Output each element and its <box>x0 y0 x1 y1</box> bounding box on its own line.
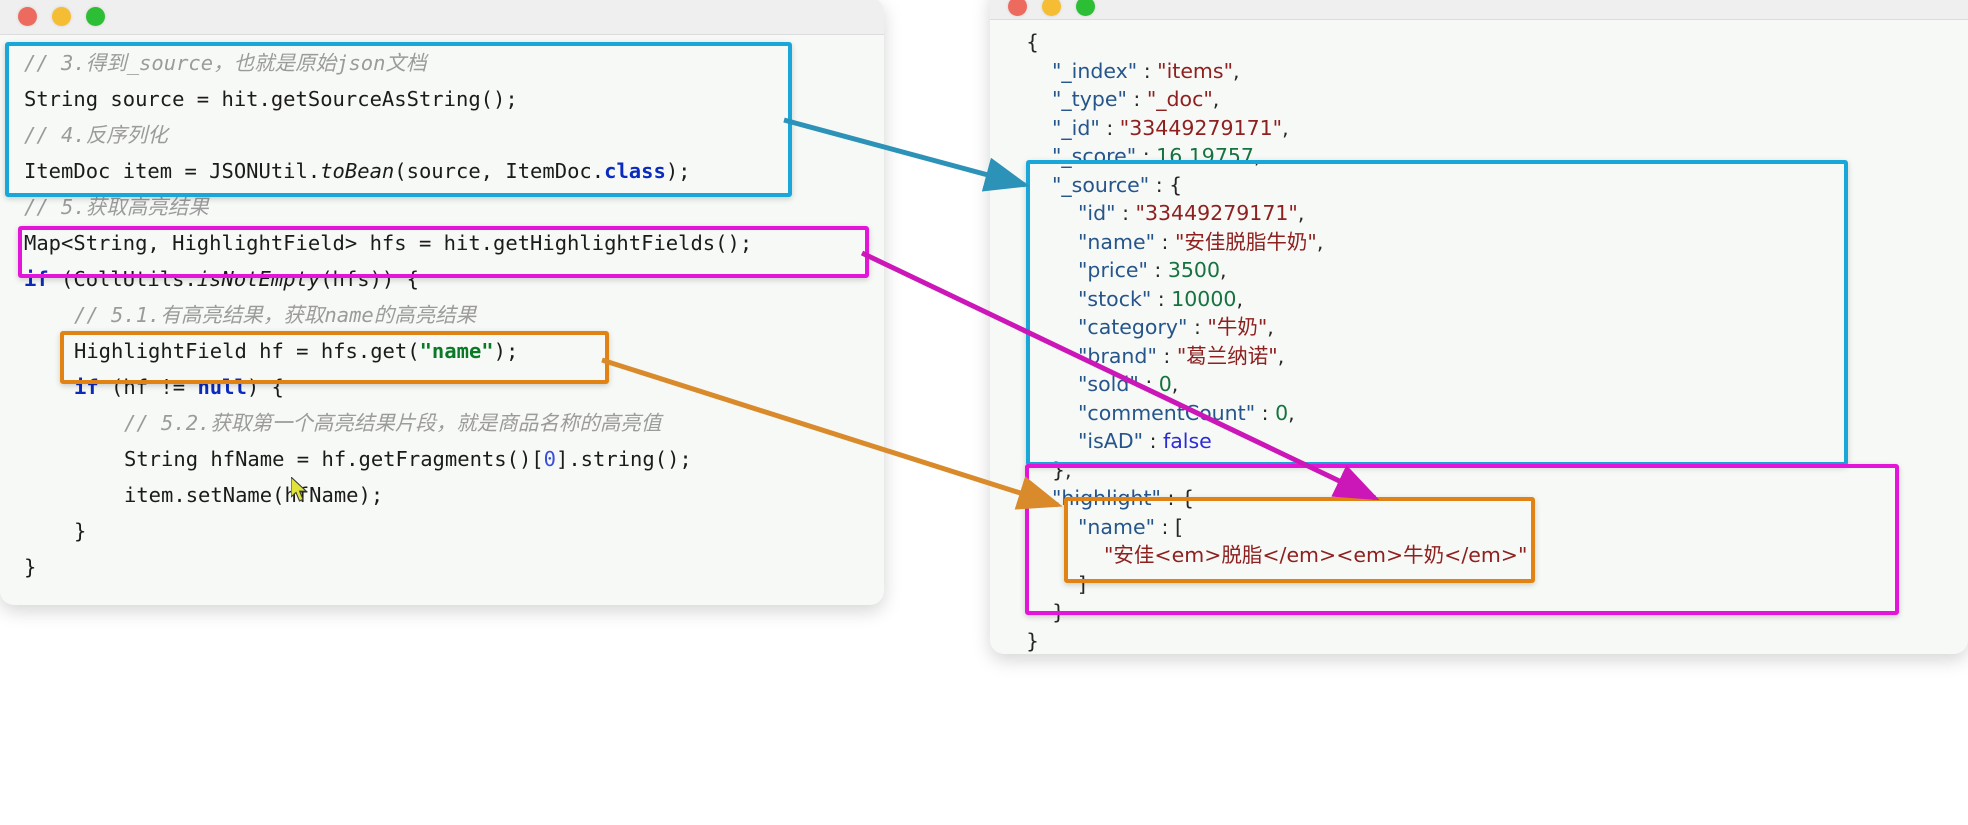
json-line-14: "isAD" : false <box>1078 429 1212 453</box>
code-line-8: HighlightField hf = hfs.get("name"); <box>74 339 519 363</box>
json-content: { "_index" : "items", "_type" : "_doc", "_i… <box>990 20 1968 654</box>
code-line-13: } <box>74 519 87 543</box>
json-line-9: "stock" : 10000, <box>1078 286 1243 311</box>
mouse-cursor-icon <box>291 477 308 502</box>
code-line-9: if (hf != null) { <box>74 375 284 399</box>
minimize-icon[interactable] <box>1042 0 1061 16</box>
json-line-8: "price" : 3500, <box>1078 258 1227 282</box>
code-line-11: String hfName = hf.getFragments()[0].str… <box>124 447 692 471</box>
json-line-10: "category" : "牛奶", <box>1078 315 1274 339</box>
json-window-titlebar[interactable] <box>990 0 1968 20</box>
json-line-11: "brand" : "葛兰纳诺", <box>1078 343 1285 368</box>
code-line-1: String source = hit.getSourceAsString(); <box>24 87 518 111</box>
code-line-6: if (CollUtils.isNotEmpty(hfs)) { <box>24 267 419 291</box>
code-line-12: item.setName(hfName); <box>124 483 384 507</box>
json-line-19: ] <box>1078 571 1086 596</box>
maximize-icon[interactable] <box>1076 0 1095 16</box>
code-line-4: // 5.获取高亮结果 <box>24 195 209 219</box>
json-line-16: "highlight" : { <box>1052 486 1194 510</box>
maximize-icon[interactable] <box>86 6 105 26</box>
json-line-4: "_score" : 16.19757, <box>1052 144 1261 168</box>
json-line-13: "commentCount" : 0, <box>1078 400 1295 425</box>
screenshot-stage: // 3.得到_source，也就是原始json文档 String source … <box>0 0 1968 825</box>
code-line-10: // 5.2.获取第一个高亮结果片段，就是商品名称的高亮值 <box>124 411 662 435</box>
json-line-1: "_index" : "items", <box>1052 58 1240 83</box>
code-line-0: // 3.得到_source，也就是原始json文档 <box>24 51 427 75</box>
minimize-icon[interactable] <box>52 6 71 26</box>
json-line-2: "_type" : "_doc", <box>1052 87 1220 111</box>
json-line-17: "name" : [ <box>1078 514 1183 539</box>
json-line-12: "sold" : 0, <box>1078 372 1179 396</box>
json-line-5: "_source" : { <box>1052 172 1183 197</box>
json-line-15: }, <box>1052 457 1072 482</box>
json-line-6: "id" : "33449279171", <box>1078 201 1305 225</box>
code-line-2: // 4.反序列化 <box>24 123 168 147</box>
json-line-21: } <box>1026 628 1040 653</box>
code-line-3: ItemDoc item = JSONUtil.toBean(source, I… <box>24 159 691 183</box>
code-window-titlebar[interactable] <box>0 0 884 35</box>
json-line-7: "name" : "安佳脱脂牛奶", <box>1078 229 1324 254</box>
json-line-18: "安佳<em>脱脂</em><em>牛奶</em>" <box>1104 543 1528 567</box>
close-icon[interactable] <box>18 6 37 26</box>
code-content: // 3.得到_source，也就是原始json文档 String source … <box>0 35 884 585</box>
code-line-14: } <box>24 555 37 579</box>
json-window: { "_index" : "items", "_type" : "_doc", "_i… <box>990 0 1968 654</box>
code-line-7: // 5.1.有高亮结果，获取name的高亮结果 <box>74 303 477 327</box>
close-icon[interactable] <box>1008 0 1027 16</box>
json-line-3: "_id" : "33449279171", <box>1052 115 1289 140</box>
code-window: // 3.得到_source，也就是原始json文档 String source … <box>0 0 884 605</box>
json-line-0: { <box>1026 30 1040 54</box>
code-line-5: Map<String, HighlightField> hfs = hit.ge… <box>24 231 753 255</box>
json-line-20: } <box>1052 600 1066 624</box>
